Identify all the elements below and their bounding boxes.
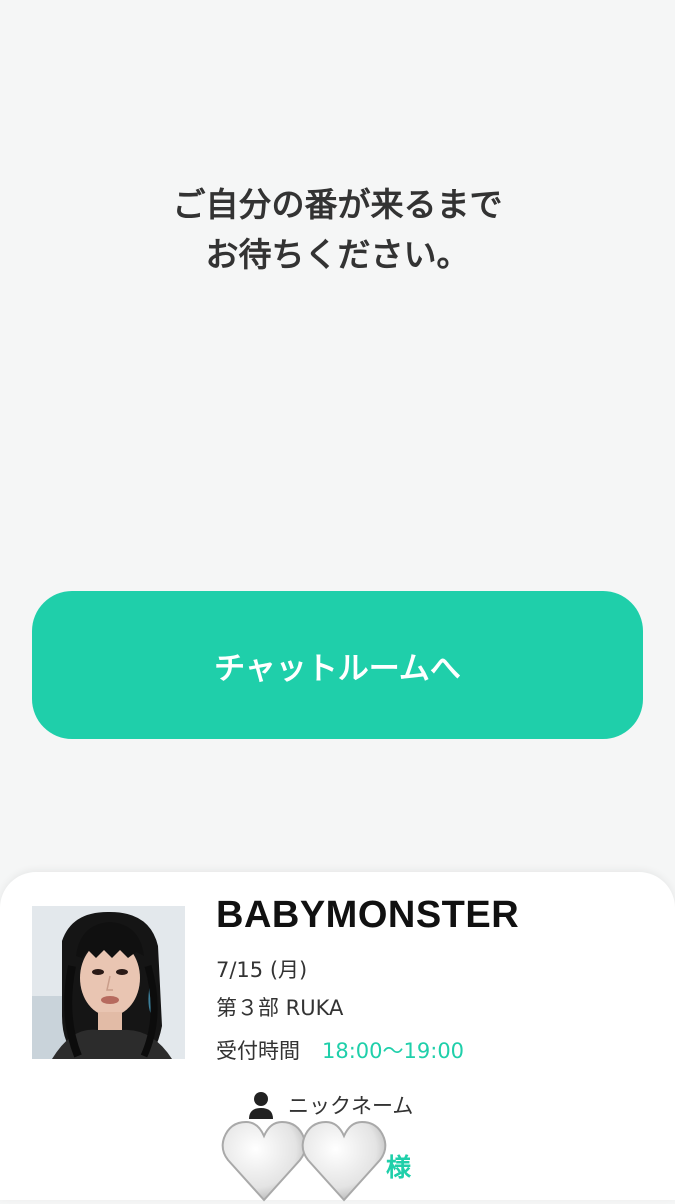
white-hearts-icon [221, 1120, 387, 1202]
event-date: 7/15 (月) [216, 958, 308, 982]
reception-time-value: 18:00～19:00 [322, 1039, 465, 1063]
reception-time-label: 受付時間 [216, 1039, 300, 1063]
event-info-card: BABYMONSTER 7/15 (月) 第３部 RUKA 受付時間 18:00～… [0, 872, 675, 1202]
wait-message-line1: ご自分の番が来るまで [172, 185, 503, 224]
group-name: BABYMONSTER [216, 894, 520, 936]
wait-message: ご自分の番が来るまで お待ちください。 [0, 180, 675, 280]
chat-room-button[interactable]: チャットルームへ [32, 591, 643, 739]
honorific-suffix: 様 [386, 1153, 412, 1182]
wait-message-line2: お待ちください。 [205, 235, 470, 274]
event-part: 第３部 RUKA [216, 996, 344, 1020]
artist-photo [32, 906, 185, 1059]
chat-room-button-label: チャットルームへ [214, 650, 461, 687]
reception-time-row: 受付時間 18:00～19:00 [216, 1035, 464, 1065]
